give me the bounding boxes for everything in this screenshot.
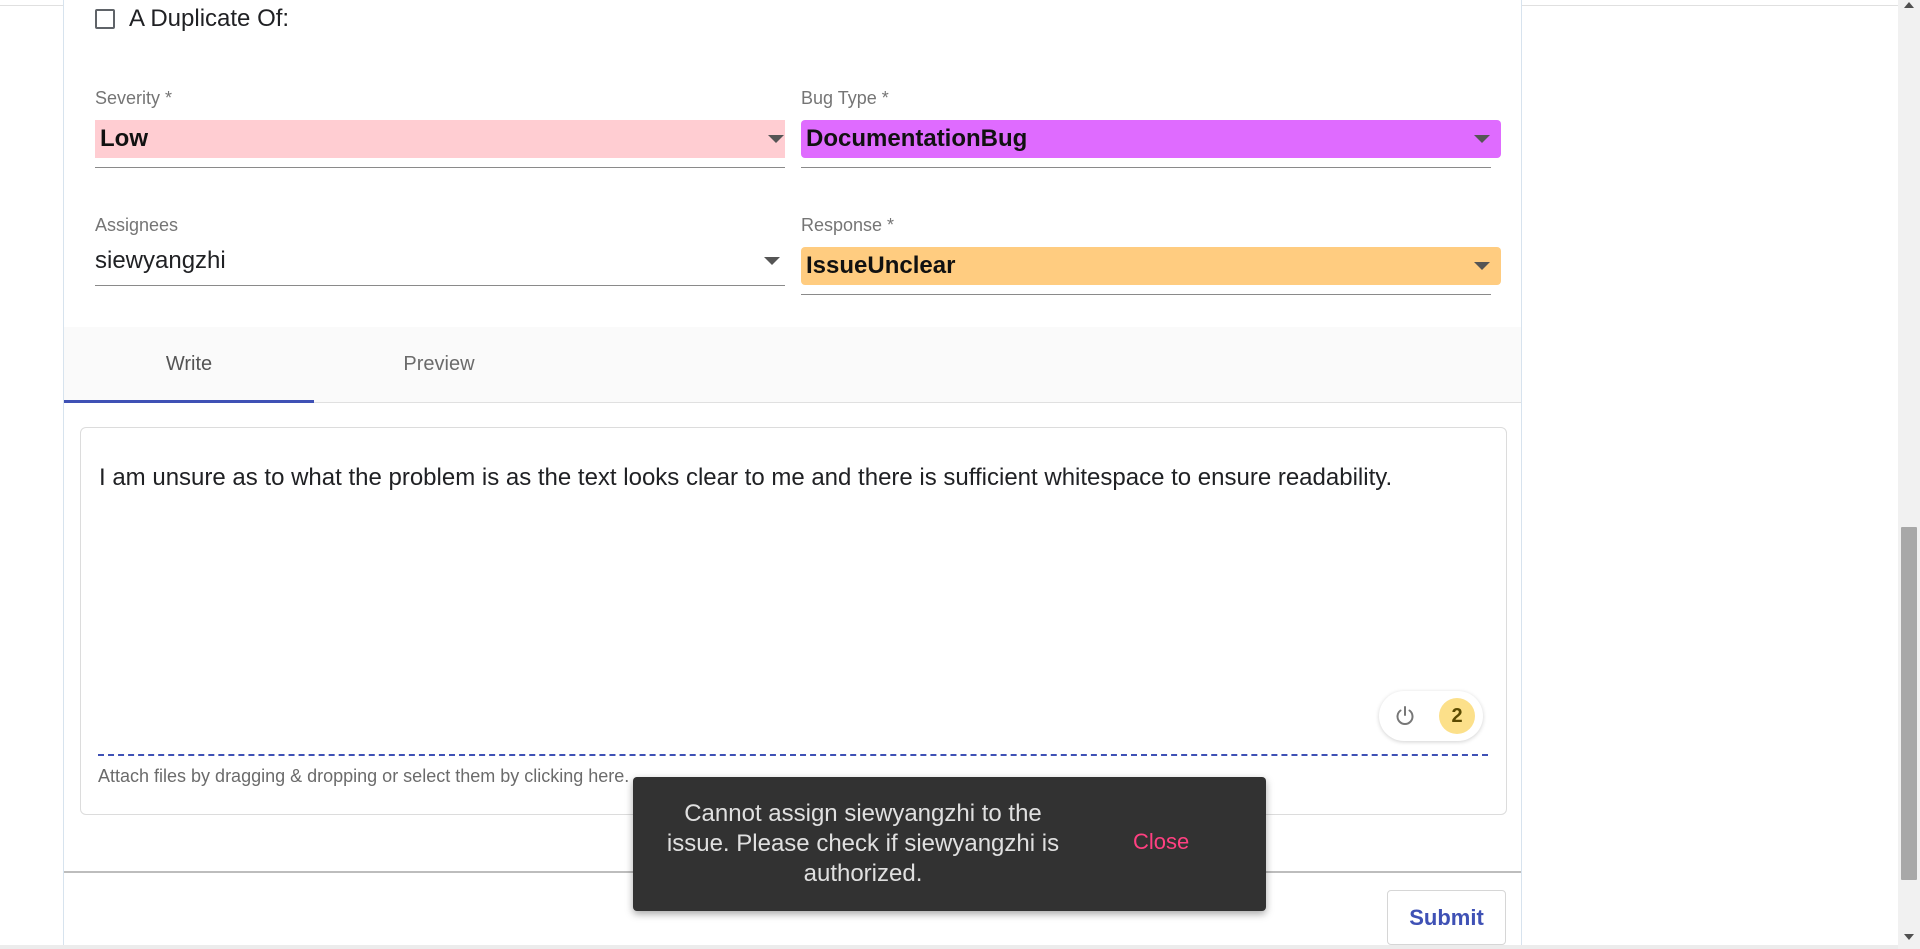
- duplicate-label: A Duplicate Of:: [129, 5, 290, 32]
- snackbar-message: Cannot assign siewyangzhi to the issue. …: [666, 800, 1060, 887]
- chevron-down-icon: [768, 135, 784, 143]
- response-select[interactable]: IssueUnclear: [801, 247, 1501, 285]
- bug-type-field[interactable]: Bug Type * DocumentationBug: [801, 88, 1501, 170]
- snackbar-close-button[interactable]: Close: [1133, 829, 1189, 855]
- response-label: Response *: [801, 215, 895, 235]
- duplicate-of-row[interactable]: A Duplicate Of:: [95, 5, 290, 32]
- response-field[interactable]: Response * IssueUnclear: [801, 215, 1501, 297]
- power-icon[interactable]: [1393, 704, 1417, 728]
- response-value: IssueUnclear: [806, 252, 956, 279]
- severity-field[interactable]: Severity * Low: [95, 88, 785, 170]
- severity-underline: [95, 167, 785, 168]
- bug-type-select[interactable]: DocumentationBug: [801, 120, 1501, 158]
- comment-editor[interactable]: I am unsure as to what the problem is as…: [80, 427, 1507, 815]
- scrollbar-thumb[interactable]: [1901, 527, 1917, 880]
- comment-text[interactable]: I am unsure as to what the problem is as…: [99, 464, 1392, 492]
- duplicate-checkbox[interactable]: [95, 9, 115, 29]
- attach-dropzone-line: [98, 754, 1488, 756]
- active-tab-indicator: [64, 400, 314, 403]
- severity-select[interactable]: Low: [95, 120, 785, 158]
- editor-tabs: Write Preview: [64, 327, 1521, 403]
- attach-files-hint[interactable]: Attach files by dragging & dropping or s…: [98, 766, 629, 787]
- chevron-down-icon: [1474, 262, 1490, 270]
- bug-type-underline: [801, 167, 1491, 168]
- assignees-value[interactable]: siewyangzhi: [95, 247, 226, 275]
- bottom-edge: [0, 945, 1898, 949]
- submit-button[interactable]: Submit: [1387, 890, 1506, 945]
- assignees-label: Assignees: [95, 215, 179, 235]
- bug-type-label: Bug Type *: [801, 88, 889, 108]
- tab-preview-label: Preview: [403, 353, 475, 375]
- count-badge[interactable]: 2: [1439, 698, 1475, 734]
- response-underline: [801, 294, 1491, 295]
- severity-label: Severity *: [95, 88, 173, 108]
- severity-value: Low: [100, 125, 148, 152]
- tab-write-label: Write: [165, 353, 213, 375]
- editor-widget[interactable]: 2: [1379, 691, 1483, 741]
- tab-preview[interactable]: Preview: [314, 327, 564, 402]
- bug-type-value: DocumentationBug: [806, 125, 1028, 152]
- assignees-field[interactable]: Assignees siewyangzhi: [95, 215, 785, 287]
- error-snackbar: Cannot assign siewyangzhi to the issue. …: [633, 777, 1266, 911]
- chevron-down-icon: [764, 257, 780, 265]
- scroll-down-arrow-icon[interactable]: [1904, 934, 1914, 940]
- scroll-up-arrow-icon[interactable]: [1904, 2, 1914, 8]
- chevron-down-icon: [1474, 135, 1490, 143]
- assignees-underline: [95, 285, 785, 286]
- tab-write[interactable]: Write: [64, 327, 314, 403]
